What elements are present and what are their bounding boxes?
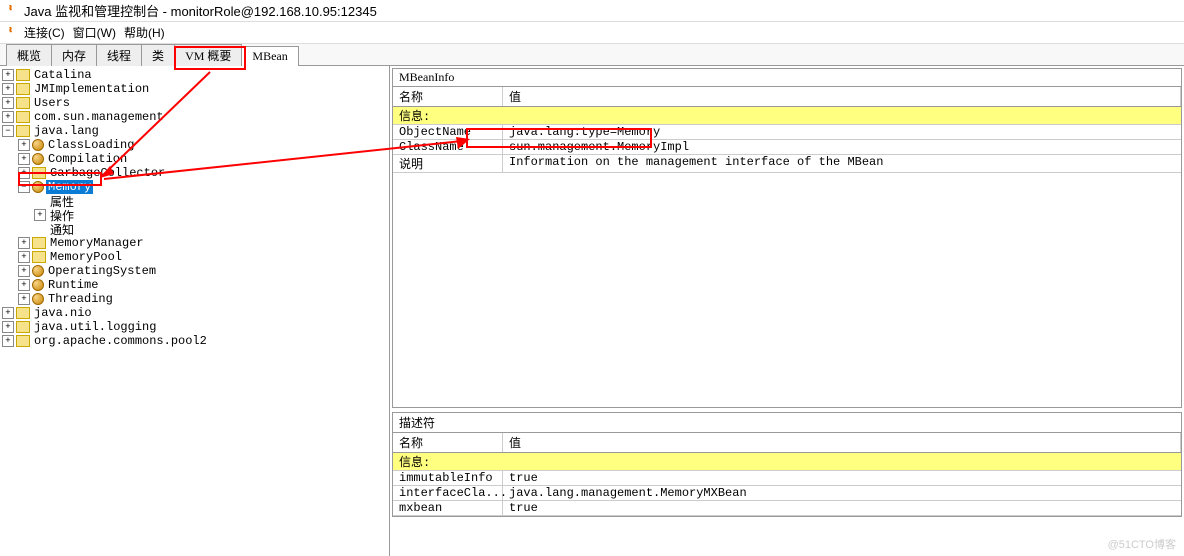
- tree-item[interactable]: Catalina: [32, 68, 94, 82]
- section-header: 信息:: [393, 107, 1181, 125]
- cell-value: java.lang:type=Memory: [503, 125, 1181, 139]
- expander-icon[interactable]: +: [18, 279, 30, 291]
- tabbar: 概览 内存 线程 类 VM 概要 MBean: [0, 44, 1184, 66]
- tab-vm[interactable]: VM 概要: [174, 44, 242, 66]
- tree-item[interactable]: JMImplementation: [32, 82, 151, 96]
- cell-value: true: [503, 501, 1181, 515]
- folder-icon: [32, 237, 46, 249]
- tab-threads[interactable]: 线程: [96, 44, 142, 66]
- java-icon: [4, 25, 20, 41]
- bean-icon: [32, 139, 44, 151]
- tab-overview[interactable]: 概览: [6, 44, 52, 66]
- panel-title: MBeanInfo: [393, 69, 1181, 87]
- expander-icon[interactable]: +: [2, 69, 14, 81]
- tree-item[interactable]: Runtime: [46, 278, 100, 292]
- tree-item[interactable]: java.lang: [32, 124, 101, 138]
- window-title: Java 监视和管理控制台 - monitorRole@192.168.10.9…: [24, 1, 377, 20]
- cell-key: ObjectName: [393, 125, 503, 139]
- mbeaninfo-panel: MBeanInfo 名称 值 信息: ObjectNamejava.lang:t…: [392, 68, 1182, 408]
- main-area: + Catalina + JMImplementation + Users + com.…: [0, 66, 1184, 556]
- cell-key: mxbean: [393, 501, 503, 515]
- tree-item[interactable]: Threading: [46, 292, 115, 306]
- expander-icon[interactable]: +: [2, 307, 14, 319]
- titlebar: Java 监视和管理控制台 - monitorRole@192.168.10.9…: [0, 0, 1184, 22]
- folder-icon: [16, 335, 30, 347]
- menu-connect[interactable]: 连接(C): [24, 24, 65, 41]
- tree-item[interactable]: Users: [32, 96, 72, 110]
- tree-item[interactable]: MemoryManager: [48, 236, 146, 250]
- expander-icon[interactable]: +: [18, 237, 30, 249]
- tree-item[interactable]: MemoryPool: [48, 250, 124, 264]
- tree-item[interactable]: ClassLoading: [46, 138, 136, 152]
- bean-icon: [32, 265, 44, 277]
- tree-item[interactable]: com.sun.management: [32, 110, 166, 124]
- expander-icon[interactable]: +: [2, 321, 14, 333]
- expander-icon[interactable]: +: [2, 83, 14, 95]
- section-header: 信息:: [393, 453, 1181, 471]
- folder-icon: [16, 125, 30, 137]
- folder-icon: [16, 83, 30, 95]
- folder-icon: [16, 111, 30, 123]
- bean-icon: [32, 293, 44, 305]
- expander-icon[interactable]: −: [18, 181, 30, 193]
- col-value[interactable]: 值: [503, 433, 1181, 452]
- cell-value: java.lang.management.MemoryMXBean: [503, 486, 1181, 500]
- tree-item[interactable]: 通知: [48, 221, 76, 238]
- tree-item[interactable]: org.apache.commons.pool2: [32, 334, 209, 348]
- bean-icon: [32, 279, 44, 291]
- col-name[interactable]: 名称: [393, 87, 503, 106]
- menu-help[interactable]: 帮助(H): [124, 24, 165, 41]
- cell-key: immutableInfo: [393, 471, 503, 485]
- folder-icon: [16, 97, 30, 109]
- cell-value: sun.management.MemoryImpl: [503, 140, 1181, 154]
- cell-value: Information on the management interface …: [503, 155, 1181, 172]
- tree-item[interactable]: Compilation: [46, 152, 129, 166]
- panel-title: 描述符: [393, 413, 1181, 433]
- expander-icon[interactable]: +: [2, 111, 14, 123]
- tree-item[interactable]: OperatingSystem: [46, 264, 158, 278]
- cell-key: interfaceCla...: [393, 486, 503, 500]
- tree-item[interactable]: GarbageCollector: [48, 166, 167, 180]
- expander-icon[interactable]: +: [18, 293, 30, 305]
- expander-icon[interactable]: +: [18, 251, 30, 263]
- expander-icon[interactable]: +: [18, 167, 30, 179]
- expander-icon[interactable]: +: [18, 153, 30, 165]
- bean-icon: [32, 181, 44, 193]
- expander-icon[interactable]: −: [2, 125, 14, 137]
- java-icon: [4, 3, 20, 19]
- folder-icon: [32, 251, 46, 263]
- folder-icon: [32, 167, 46, 179]
- cell-value: true: [503, 471, 1181, 485]
- folder-icon: [16, 69, 30, 81]
- watermark: @51CTO博客: [1108, 536, 1176, 552]
- cell-key: 说明: [393, 155, 503, 172]
- expander-icon[interactable]: +: [18, 265, 30, 277]
- menu-window[interactable]: 窗口(W): [73, 24, 116, 41]
- tab-mbean[interactable]: MBean: [241, 46, 298, 66]
- cell-key: ClassName: [393, 140, 503, 154]
- col-name[interactable]: 名称: [393, 433, 503, 452]
- detail-pane: MBeanInfo 名称 值 信息: ObjectNamejava.lang:t…: [390, 66, 1184, 556]
- expander-icon[interactable]: +: [34, 209, 46, 221]
- folder-icon: [16, 307, 30, 319]
- tree-item[interactable]: java.util.logging: [32, 320, 158, 334]
- tab-memory[interactable]: 内存: [51, 44, 97, 66]
- descriptor-panel: 描述符 名称 值 信息: immutableInfotrue interface…: [392, 412, 1182, 517]
- expander-icon[interactable]: +: [18, 139, 30, 151]
- mbean-tree[interactable]: + Catalina + JMImplementation + Users + com.…: [0, 66, 390, 556]
- expander-icon[interactable]: +: [2, 335, 14, 347]
- bean-icon: [32, 153, 44, 165]
- expander-icon[interactable]: +: [2, 97, 14, 109]
- col-value[interactable]: 值: [503, 87, 1181, 106]
- folder-icon: [16, 321, 30, 333]
- tree-item[interactable]: java.nio: [32, 306, 94, 320]
- menubar: 连接(C) 窗口(W) 帮助(H): [0, 22, 1184, 44]
- tab-classes[interactable]: 类: [141, 44, 175, 66]
